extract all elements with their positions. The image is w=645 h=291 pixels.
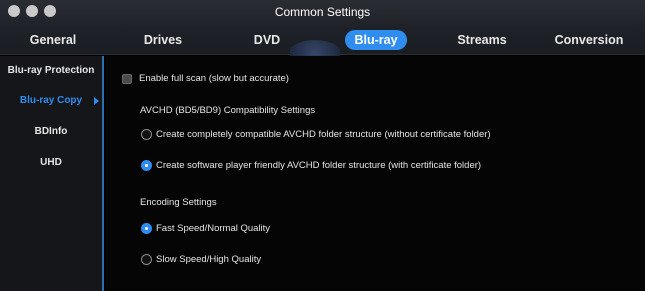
full-scan-checkbox[interactable] (122, 74, 132, 84)
settings-panel: Enable full scan (slow but accurate) AVC… (106, 56, 645, 291)
encoding-heading: Encoding Settings (140, 197, 217, 208)
fast-speed-radio[interactable] (141, 223, 152, 234)
avchd-player-friendly-radio[interactable] (141, 160, 152, 171)
sidebar-item-label: Blu-ray Copy (19, 95, 83, 106)
window-title: Common Settings (274, 5, 371, 19)
avchd-player-friendly-label: Create software player friendly AVCHD fo… (156, 160, 482, 171)
tab-conversion[interactable]: Conversion (553, 30, 625, 50)
sidebar: Blu-ray Protection Blu-ray Copy BDInfo U… (0, 56, 104, 291)
avchd-heading: AVCHD (BD5/BD9) Compatibility Settings (140, 105, 316, 116)
tab-blu-ray[interactable]: Blu-ray (345, 30, 407, 50)
avchd-compatible-label: Create completely compatible AVCHD folde… (156, 129, 491, 140)
title-bar: Common Settings (0, 0, 645, 24)
sidebar-item-blu-ray-protection[interactable]: Blu-ray Protection (0, 61, 102, 81)
slow-speed-radio[interactable] (141, 254, 152, 265)
avchd-compatible-radio[interactable] (141, 129, 152, 140)
tab-dvd[interactable]: DVD (249, 30, 285, 50)
tab-general[interactable]: General (22, 30, 84, 50)
tab-drives[interactable]: Drives (137, 30, 189, 50)
slow-speed-label: Slow Speed/High Quality (156, 254, 262, 265)
full-scan-label: Enable full scan (slow but accurate) (139, 73, 289, 84)
sidebar-item-blu-ray-copy[interactable]: Blu-ray Copy (0, 91, 102, 111)
fast-speed-label: Fast Speed/Normal Quality (156, 223, 271, 234)
chevron-right-icon (94, 97, 99, 105)
tab-bar: General Drives DVD Blu-ray Streams Conve… (0, 24, 645, 74)
sidebar-item-bdinfo[interactable]: BDInfo (0, 122, 102, 142)
tab-streams[interactable]: Streams (453, 30, 511, 50)
sidebar-item-uhd[interactable]: UHD (0, 153, 102, 173)
